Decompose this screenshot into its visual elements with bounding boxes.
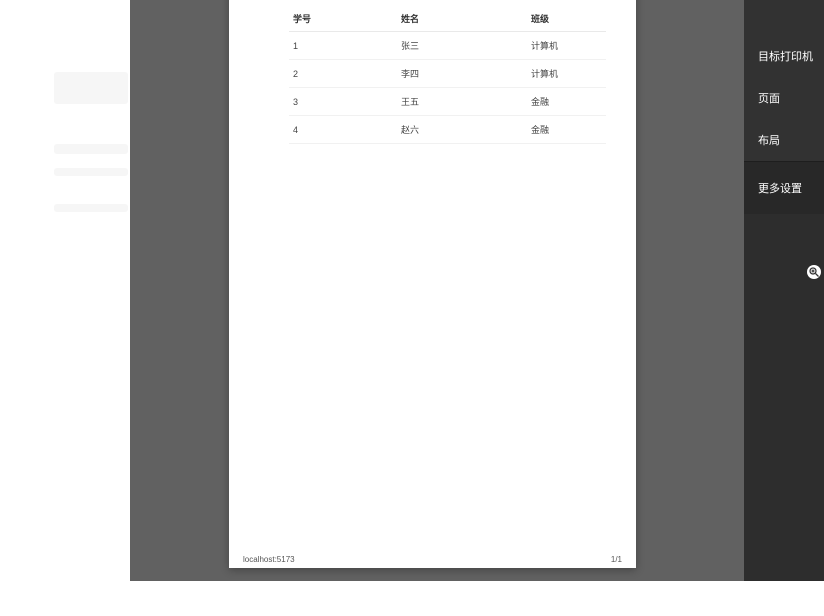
- zoom-in-icon[interactable]: [807, 265, 821, 279]
- setting-pages[interactable]: 页面: [744, 77, 824, 119]
- table-row: 1 张三 计算机: [289, 32, 606, 60]
- cell-class: 金融: [529, 116, 606, 144]
- background-ghost: [54, 72, 128, 252]
- setting-target-printer[interactable]: 目标打印机: [744, 0, 824, 77]
- cell-id: 1: [289, 32, 399, 60]
- print-preview-area: 学号 姓名 班级 1 张三 计算机 2 李四 计算机: [130, 0, 744, 581]
- ghost-block: [54, 144, 128, 154]
- setting-more[interactable]: 更多设置: [744, 162, 824, 214]
- cell-name: 张三: [399, 32, 529, 60]
- cell-name: 赵六: [399, 116, 529, 144]
- cell-name: 李四: [399, 60, 529, 88]
- ghost-block: [54, 204, 128, 212]
- page-content: 学号 姓名 班级 1 张三 计算机 2 李四 计算机: [289, 6, 606, 144]
- cell-id: 2: [289, 60, 399, 88]
- page-footer-pagenum: 1/1: [611, 555, 622, 564]
- data-table: 学号 姓名 班级 1 张三 计算机 2 李四 计算机: [289, 6, 606, 144]
- table-header-row: 学号 姓名 班级: [289, 6, 606, 32]
- cell-name: 王五: [399, 88, 529, 116]
- table-row: 2 李四 计算机: [289, 60, 606, 88]
- cell-id: 3: [289, 88, 399, 116]
- print-settings-panel: 目标打印机 页面 布局 更多设置: [744, 0, 824, 581]
- cell-class: 金融: [529, 88, 606, 116]
- cell-class: 计算机: [529, 32, 606, 60]
- table-row: 3 王五 金融: [289, 88, 606, 116]
- table-row: 4 赵六 金融: [289, 116, 606, 144]
- setting-layout[interactable]: 布局: [744, 119, 824, 161]
- settings-upper-group: 目标打印机 页面 布局: [744, 0, 824, 161]
- settings-lower-group: 更多设置: [744, 161, 824, 214]
- page-footer-url: localhost:5173: [243, 555, 295, 564]
- ghost-block: [54, 168, 128, 176]
- cell-id: 4: [289, 116, 399, 144]
- page-sheet: 学号 姓名 班级 1 张三 计算机 2 李四 计算机: [229, 0, 636, 568]
- col-header-id: 学号: [289, 6, 399, 32]
- ghost-block: [54, 72, 128, 104]
- cell-class: 计算机: [529, 60, 606, 88]
- col-header-name: 姓名: [399, 6, 529, 32]
- col-header-class: 班级: [529, 6, 606, 32]
